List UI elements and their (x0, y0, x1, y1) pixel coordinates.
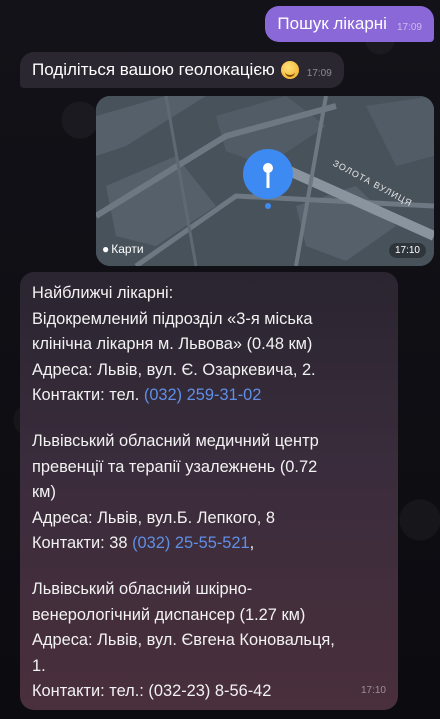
maps-brand-label: Карти (111, 242, 144, 256)
hospital-2-name-line-2: превенції та терапії узалежнень (0.72 (32, 457, 318, 476)
hospitals-result-message[interactable]: Найближчі лікарні: Відокремлений підрозд… (20, 272, 398, 710)
hospital-1-address: Адреса: Львів, вул. Є. Озаркевича, 2. (32, 360, 316, 379)
hospital-3-name-line-2: венерологічний диспансер (1.27 км) (32, 605, 306, 624)
location-request-text: Поділіться вашою геолокацією (32, 60, 275, 79)
maps-brand: ● Карти (102, 242, 144, 256)
hospital-2-phone-link[interactable]: (032) 25-55-521 (132, 534, 250, 552)
map-message-time: 17:10 (388, 243, 426, 258)
outgoing-message[interactable]: Пошук лікарні 17:09 (265, 6, 434, 42)
hospital-2-contacts-comma: , (249, 534, 255, 553)
hospital-2-name-line-1: Львівський обласний медичний центр (32, 431, 319, 450)
map-illustration (96, 96, 434, 266)
hospital-2-name-line-3: км) (32, 483, 56, 502)
smiling-face-icon (280, 61, 299, 79)
hospital-1-contacts-label: Контакти: тел. (32, 386, 144, 405)
result-heading: Найближчі лікарні: (32, 284, 174, 302)
hospital-1-phone-link[interactable]: (032) 259-31-02 (144, 386, 262, 404)
result-message-time: 17:10 (360, 685, 386, 697)
hospital-3-name-line-1: Львівський обласний шкірно- (32, 579, 253, 598)
hospital-3-contacts: Контакти: тел.: (032-23) 8-56-42 (32, 682, 272, 701)
hospital-1-name-line-2: клінічна лікарня м. Львова» (0.48 км) (32, 335, 313, 354)
location-request-message[interactable]: Поділіться вашою геолокацією 17:09 (20, 52, 344, 88)
outgoing-message-text: Пошук лікарні (277, 14, 387, 33)
outgoing-message-time: 17:09 (396, 22, 422, 33)
location-map-card[interactable]: ЗОЛОТА ВУЛИЦЯ ● Карти 17:10 (96, 96, 434, 266)
hospital-1-contacts: Контакти: тел. (032) 259-31-02 (32, 383, 386, 409)
location-request-time: 17:09 (306, 68, 332, 79)
apple-logo-icon: ● (102, 242, 110, 256)
hospital-3-address-line-2: 1. (32, 656, 46, 675)
hospital-2-contacts-label: Контакти: 38 (32, 534, 133, 553)
hospital-2-contacts: Контакти: 38 (032) 25-55-521, (32, 531, 386, 557)
hospital-2-address: Адреса: Львів, вул.Б. Лепкого, 8 (32, 508, 275, 527)
hospital-3-address-line-1: Адреса: Львів, вул. Євгена Коновальця, (32, 631, 335, 650)
hospital-1-name-line-1: Відокремлений підрозділ «3-я міська (32, 309, 313, 328)
